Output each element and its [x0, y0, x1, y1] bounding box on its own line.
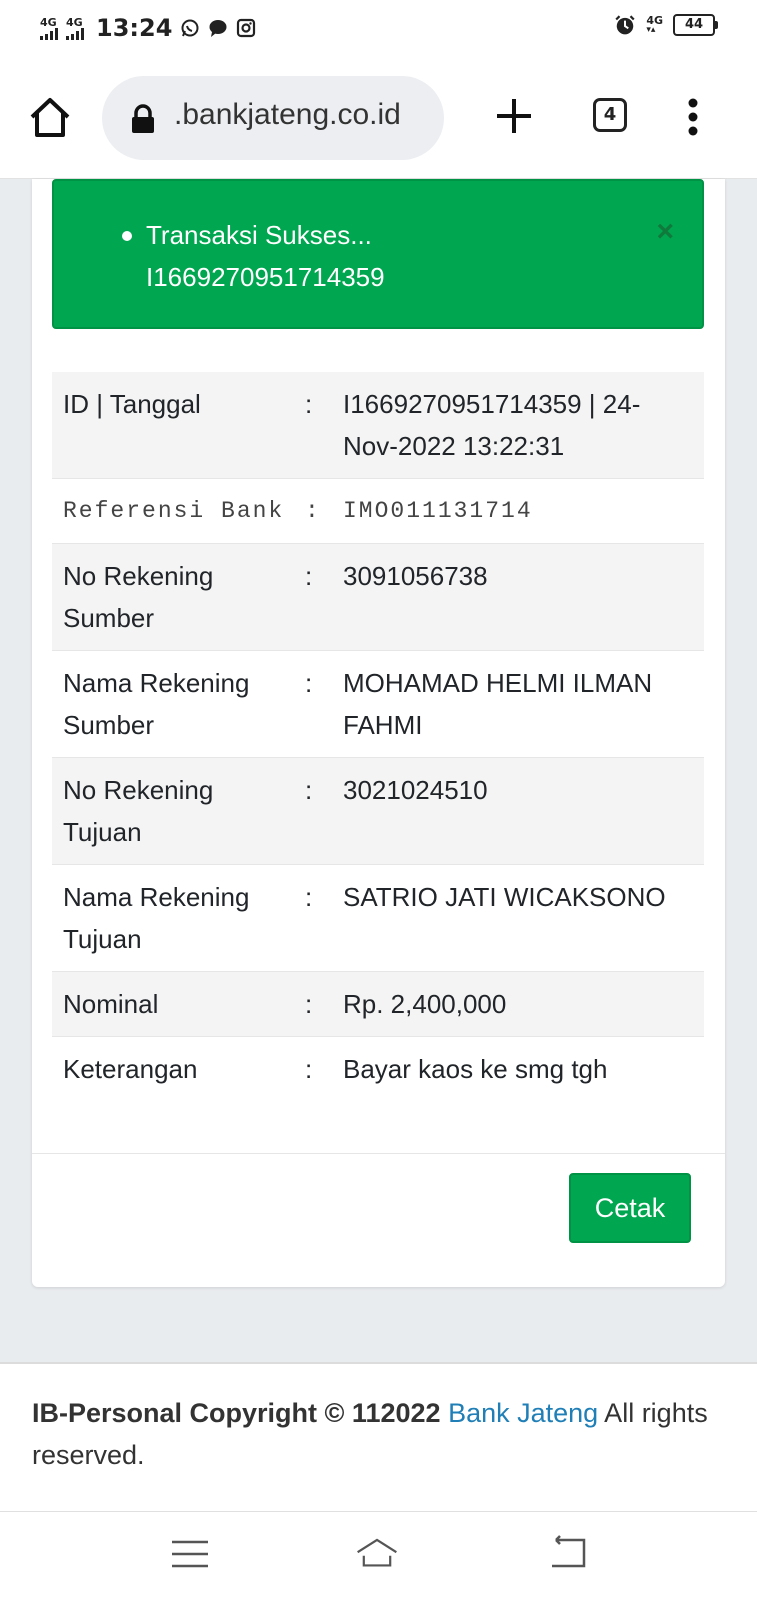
status-bar: 4G 4G 13:24 4G ▾▴ 44 — [0, 0, 757, 58]
table-row: No Rekening Sumber : 3091056738 — [52, 543, 704, 651]
signal-sim1: 4G — [40, 17, 58, 40]
transaction-detail-table: ID | Tanggal : I1669270951714359 | 24-No… — [52, 372, 704, 1101]
new-tab-icon[interactable] — [494, 96, 534, 136]
alert-line-1: Transaksi Sukses... — [146, 220, 372, 250]
row-value: Rp. 2,400,000 — [343, 971, 704, 1037]
alert-line-2: I1669270951714359 — [146, 262, 385, 292]
tab-switcher-button[interactable]: 4 — [593, 98, 627, 132]
signal-sim2: 4G — [66, 17, 84, 40]
success-alert: Transaksi Sukses... I1669270951714359 × — [52, 179, 704, 329]
tab-count: 4 — [603, 104, 617, 125]
url-text: .bankjateng.co.id — [174, 98, 401, 131]
row-value: IMO011131714 — [343, 478, 704, 544]
battery-icon: 44 — [673, 14, 718, 36]
status-left: 4G 4G 13:24 — [40, 14, 256, 42]
card-footer-divider — [32, 1153, 725, 1154]
system-nav-bar — [0, 1512, 757, 1600]
row-separator: : — [295, 478, 343, 544]
home-icon[interactable] — [28, 95, 72, 139]
row-value: 3091056738 — [343, 543, 704, 651]
whatsapp-icon — [181, 19, 199, 37]
signal-bars-icon — [40, 27, 58, 40]
transaction-card: Transaksi Sukses... I1669270951714359 × … — [32, 179, 725, 1287]
table-row: No Rekening Tujuan : 3021024510 — [52, 757, 704, 865]
copyright-text: IB-Personal Copyright © 112022 Bank Jate… — [32, 1392, 732, 1476]
table-row: Nama Rekening Sumber : MOHAMAD HELMI ILM… — [52, 650, 704, 758]
print-button[interactable]: Cetak — [569, 1173, 691, 1243]
lock-icon — [132, 104, 154, 133]
row-separator: : — [295, 864, 343, 972]
page-content: Transaksi Sukses... I1669270951714359 × … — [0, 179, 757, 1362]
table-row: Nama Rekening Tujuan : SATRIO JATI WICAK… — [52, 864, 704, 972]
alert-message: Transaksi Sukses... I1669270951714359 — [122, 214, 385, 298]
status-right: 4G ▾▴ 44 — [614, 14, 718, 36]
row-separator: : — [295, 650, 343, 758]
battery-level: 44 — [684, 17, 704, 32]
row-label: Referensi Bank — [52, 478, 295, 544]
table-row: Keterangan : Bayar kaos ke smg tgh — [52, 1036, 704, 1101]
row-value: 3021024510 — [343, 757, 704, 865]
row-label: Nama Rekening Sumber — [52, 650, 295, 758]
row-label: No Rekening Tujuan — [52, 757, 295, 865]
close-icon[interactable]: × — [656, 217, 674, 247]
chat-bubble-icon — [209, 20, 227, 37]
row-value: I1669270951714359 | 24-Nov-2022 13:22:31 — [343, 372, 704, 479]
row-label: ID | Tanggal — [52, 372, 295, 479]
home-nav-icon[interactable] — [355, 1534, 399, 1574]
alert-list: Transaksi Sukses... I1669270951714359 — [122, 214, 385, 298]
signal-bars-icon — [66, 27, 84, 40]
data-arrows-icon: ▾▴ — [646, 25, 656, 35]
row-separator: : — [295, 372, 343, 479]
back-nav-icon[interactable] — [548, 1534, 592, 1574]
address-bar[interactable]: .bankjateng.co.id — [102, 76, 444, 160]
more-menu-icon[interactable] — [686, 98, 700, 136]
instagram-icon — [237, 18, 256, 38]
bank-jateng-link[interactable]: Bank Jateng — [448, 1398, 598, 1428]
clock: 13:24 — [96, 14, 173, 42]
network-type: 4G — [66, 15, 83, 29]
row-separator: : — [295, 757, 343, 865]
table-row: ID | Tanggal : I1669270951714359 | 24-No… — [52, 372, 704, 479]
signal-data: 4G ▾▴ — [646, 15, 663, 35]
row-label: Nama Rekening Tujuan — [52, 864, 295, 972]
row-value: MOHAMAD HELMI ILMAN FAHMI — [343, 650, 704, 758]
browser-toolbar: .bankjateng.co.id 4 — [0, 58, 757, 179]
page-footer: IB-Personal Copyright © 112022 Bank Jate… — [0, 1362, 757, 1512]
row-label: Nominal — [52, 971, 295, 1037]
row-value: Bayar kaos ke smg tgh — [343, 1036, 704, 1101]
row-separator: : — [295, 971, 343, 1037]
network-type: 4G — [40, 15, 57, 29]
row-label: Keterangan — [52, 1036, 295, 1101]
table-row: Nominal : Rp. 2,400,000 — [52, 971, 704, 1037]
row-label: No Rekening Sumber — [52, 543, 295, 651]
copyright-label: IB-Personal Copyright © 112022 — [32, 1398, 441, 1428]
row-separator: : — [295, 1036, 343, 1101]
row-value: SATRIO JATI WICAKSONO — [343, 864, 704, 972]
table-row: Referensi Bank : IMO011131714 — [52, 478, 704, 544]
alarm-icon — [615, 15, 635, 35]
recent-apps-icon[interactable] — [168, 1534, 212, 1574]
row-separator: : — [295, 543, 343, 651]
